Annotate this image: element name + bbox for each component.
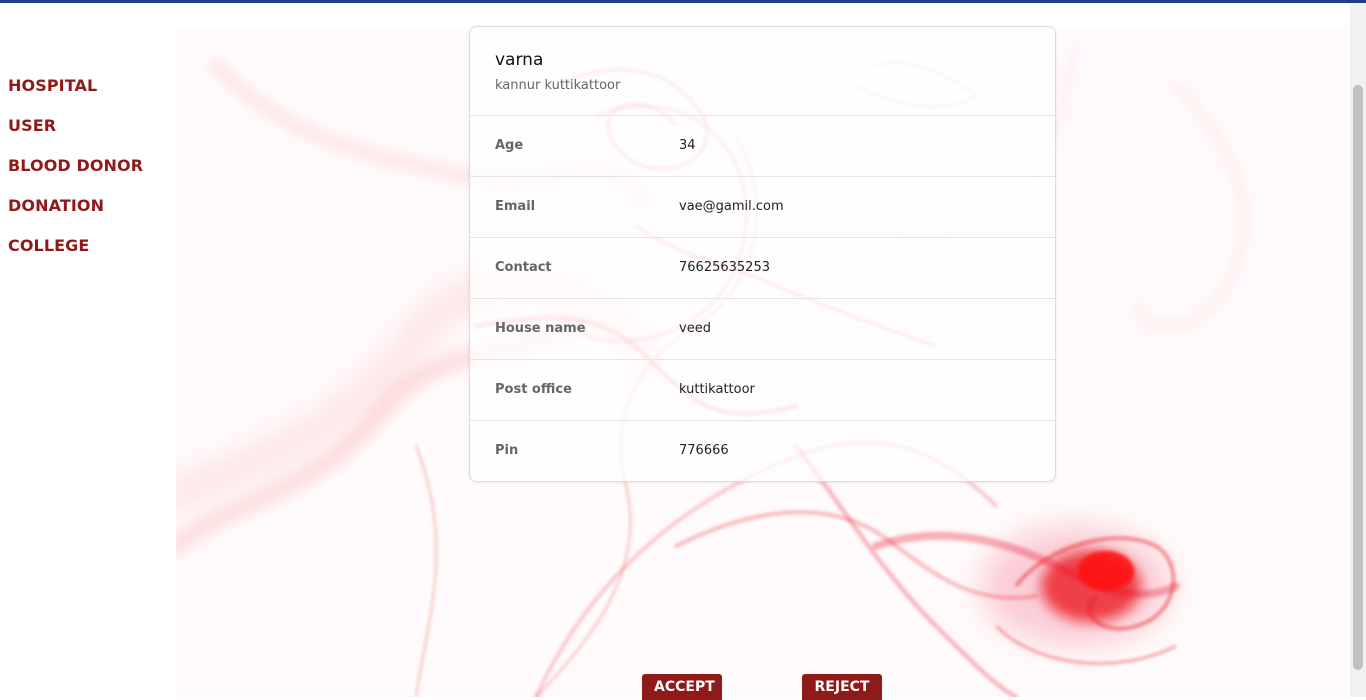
detail-label: Email — [495, 199, 536, 214]
sidebar-item-college[interactable]: COLLEGE — [8, 236, 143, 276]
sidebar-item-user[interactable]: USER — [8, 116, 143, 156]
detail-row-house-name: House name veed — [470, 299, 1055, 360]
detail-row-age: Age 34 — [470, 116, 1055, 177]
accept-button[interactable]: ACCEPT — [642, 674, 722, 700]
sidebar-item-blood-donor[interactable]: BLOOD DONOR — [8, 156, 143, 196]
detail-label: House name — [495, 321, 586, 336]
detail-row-pin: Pin 776666 — [470, 421, 1055, 481]
sidebar-nav: HOSPITAL USER BLOOD DONOR DONATION COLLE… — [8, 76, 143, 276]
detail-label: Pin — [495, 443, 519, 458]
detail-value: veed — [679, 321, 711, 336]
detail-value: 34 — [679, 138, 696, 153]
detail-label: Post office — [495, 382, 572, 397]
top-bar — [0, 0, 1366, 3]
detail-label: Age — [495, 138, 524, 153]
detail-row-contact: Contact 76625635253 — [470, 238, 1055, 299]
sidebar: HOSPITAL USER BLOOD DONOR DONATION COLLE… — [0, 3, 176, 697]
detail-value: vae@gamil.com — [679, 199, 784, 214]
profile-name: varna — [495, 50, 544, 70]
detail-label: Contact — [495, 260, 552, 275]
profile-header: varna kannur kuttikattoor — [470, 27, 1055, 116]
reject-button[interactable]: REJECT — [802, 674, 882, 700]
detail-value: 76625635253 — [679, 260, 770, 275]
profile-card: varna kannur kuttikattoor Age 34 Email v… — [469, 26, 1056, 482]
profile-address: kannur kuttikattoor — [495, 78, 621, 93]
detail-value: 776666 — [679, 443, 729, 458]
detail-row-email: Email vae@gamil.com — [470, 177, 1055, 238]
sidebar-item-hospital[interactable]: HOSPITAL — [8, 76, 143, 116]
sidebar-item-donation[interactable]: DONATION — [8, 196, 143, 236]
page-scrollbar[interactable] — [1350, 3, 1366, 697]
detail-row-post-office: Post office kuttikattoor — [470, 360, 1055, 421]
detail-value: kuttikattoor — [679, 382, 755, 397]
scrollbar-thumb[interactable] — [1353, 85, 1363, 670]
